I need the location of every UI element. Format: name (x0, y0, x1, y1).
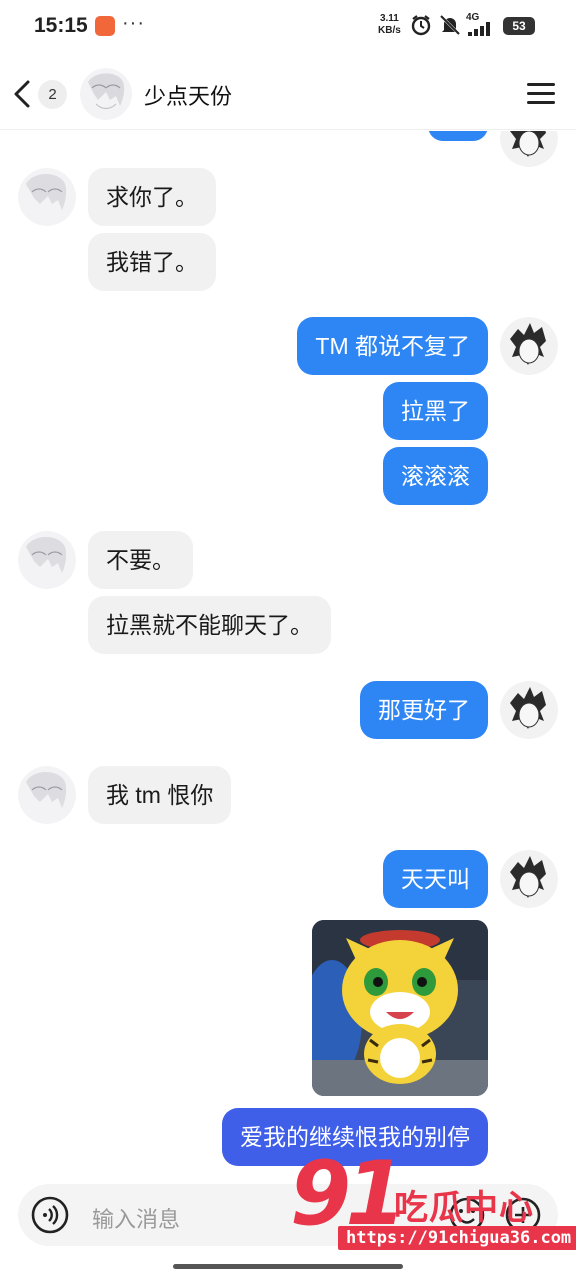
network-speed-unit: KB/s (378, 25, 401, 36)
message-bubble[interactable]: 不要。 (88, 531, 193, 589)
message-bubble[interactable]: 我 tm 恨你 (88, 766, 232, 824)
watermark-logo: 91 吃瓜中心 https://91chigua36.com (288, 1148, 576, 1268)
unread-count-badge[interactable]: 2 (38, 80, 67, 109)
contact-avatar[interactable] (80, 68, 132, 120)
signal-icon (468, 22, 490, 36)
message-bubble[interactable]: 求你了。 (88, 168, 216, 226)
other-avatar[interactable] (18, 168, 76, 226)
network-speed: 3.11 KB/s (378, 13, 401, 37)
message-bubble-partial[interactable] (428, 131, 488, 141)
my-avatar[interactable] (500, 850, 558, 908)
message-bubble[interactable]: 我错了。 (88, 233, 216, 291)
message-bubble[interactable]: 那更好了 (360, 681, 488, 739)
message-input[interactable]: 输入消息 (92, 1202, 180, 1234)
voice-icon[interactable] (30, 1195, 70, 1235)
app-notification-icon (95, 16, 115, 36)
sticker-image[interactable] (312, 920, 488, 1096)
watermark-brand: 吃瓜中心 (394, 1189, 534, 1227)
other-avatar[interactable] (18, 531, 76, 589)
my-avatar[interactable] (500, 317, 558, 375)
network-speed-value: 3.11 (379, 13, 399, 24)
message-bubble[interactable]: TM 都说不复了 (297, 317, 488, 375)
other-avatar[interactable] (18, 766, 76, 824)
my-avatar[interactable] (500, 681, 558, 739)
message-bubble[interactable]: 滚滚滚 (383, 447, 488, 505)
home-indicator[interactable] (173, 1264, 403, 1269)
message-bubble[interactable]: 拉黑了 (383, 382, 488, 440)
back-arrow-icon[interactable] (10, 76, 38, 112)
more-notifications-icon: ··· (122, 12, 145, 34)
message-list[interactable]: 求你了。 我错了。 TM 都说不复了 拉黑了 滚滚滚 不要。 拉黑就不能聊天了。… (0, 131, 576, 1176)
watermark-url: https://91chigua36.com (338, 1226, 576, 1250)
mute-icon (439, 14, 461, 36)
contact-name: 少点天份 (144, 84, 233, 109)
battery-icon: 53 (503, 17, 535, 35)
status-bar: 15:15 ··· 3.11 KB/s 4G 53 (0, 0, 576, 52)
message-bubble[interactable]: 天天叫 (383, 850, 488, 908)
clock: 15:15 (34, 14, 88, 37)
menu-icon[interactable] (526, 80, 556, 106)
my-avatar[interactable] (500, 131, 558, 167)
alarm-icon (411, 15, 431, 36)
message-bubble[interactable]: 拉黑就不能聊天了。 (88, 596, 331, 654)
chat-header: 2 少点天份 (0, 58, 576, 130)
